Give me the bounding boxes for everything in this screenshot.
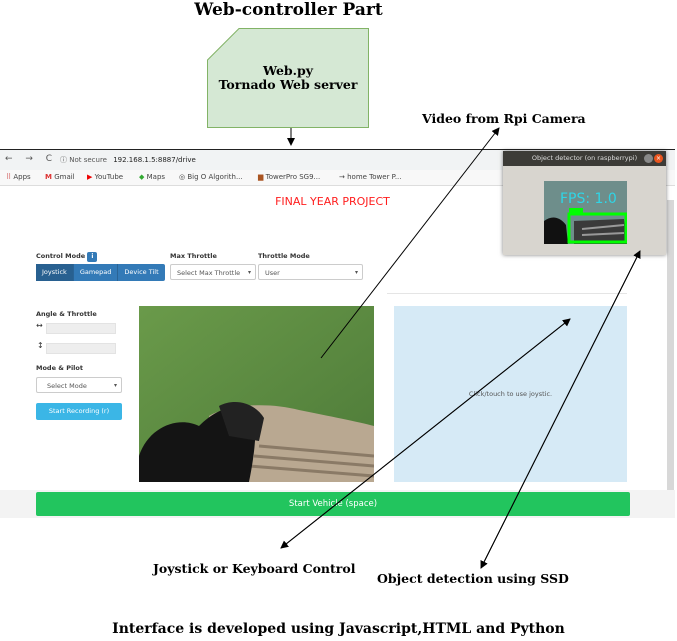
angle-throttle-label: Angle & Throttle	[36, 310, 97, 318]
bookmark-apps[interactable]: ⠿ Apps	[6, 173, 31, 181]
arrow-icon: →	[339, 173, 345, 181]
bookmark-youtube[interactable]: ▶ YouTube	[87, 173, 123, 181]
bookmark-towerpro[interactable]: ▆ TowerPro SG9...	[258, 173, 320, 181]
bookmark-gmail[interactable]: M Gmail	[45, 173, 75, 181]
control-mode-label: Control Mode i	[36, 252, 98, 262]
url-value: 192.168.1.5:8887/drive	[113, 156, 196, 164]
angle-readout	[46, 323, 116, 334]
start-vehicle-button[interactable]: Start Vehicle (space)	[36, 492, 630, 516]
bookmark-bigo[interactable]: ◎ Big O Algorith...	[179, 173, 243, 181]
fps-readout: FPS: 1.0	[560, 191, 617, 207]
gmail-icon: M	[45, 173, 52, 181]
joystick-mode-button[interactable]: Joystick	[36, 264, 74, 281]
info-icon[interactable]: i	[87, 252, 98, 262]
camera-video-feed	[139, 306, 374, 482]
device-tilt-mode-button[interactable]: Device Tilt	[118, 264, 164, 281]
max-throttle-label: Max Throttle	[170, 252, 217, 260]
camera-frame-image	[139, 306, 374, 482]
detector-frame: FPS: 1.0	[544, 181, 627, 244]
close-icon[interactable]: ×	[654, 154, 663, 163]
footer-caption: Interface is developed using Javascript,…	[112, 621, 565, 637]
throttle-readout	[46, 343, 116, 354]
scrollbar[interactable]	[667, 200, 674, 490]
video-label: Video from Rpi Camera	[422, 111, 586, 126]
not-secure-badge: ⓘ Not secure	[60, 156, 107, 164]
control-mode-buttons: Joystick Gamepad Device Tilt	[36, 264, 165, 281]
mode-select[interactable]: Select Mode ▾	[36, 377, 122, 393]
joystick-touchpad[interactable]: Click/touch to use joystic.	[394, 306, 627, 482]
throttle-mode-select[interactable]: User ▾	[258, 264, 363, 280]
chevron-down-icon: ▾	[354, 269, 358, 276]
divider	[387, 293, 627, 294]
url-text[interactable]: ⓘ Not secure 192.168.1.5:8887/drive	[60, 155, 196, 165]
minimize-icon[interactable]	[644, 154, 653, 163]
throttle-icon: ↕	[37, 341, 44, 350]
apps-grid-icon: ⠿	[6, 173, 12, 181]
start-recording-button[interactable]: Start Recording (r)	[36, 403, 122, 420]
globe-icon: ◎	[179, 173, 186, 181]
detector-title-bar[interactable]: Object detector (on raspberrypi)	[503, 151, 666, 166]
chevron-down-icon: ▾	[247, 269, 251, 276]
object-detector-window: Object detector (on raspberrypi) × FPS: …	[503, 151, 666, 255]
gamepad-mode-button[interactable]: Gamepad	[74, 264, 119, 281]
youtube-icon: ▶	[87, 173, 93, 181]
joystick-label: Joystick or Keyboard Control	[153, 561, 356, 576]
shop-icon: ▆	[258, 173, 264, 181]
bookmark-maps[interactable]: ◆ Maps	[139, 173, 165, 181]
angle-icon: ↔	[36, 321, 43, 330]
chevron-down-icon: ▾	[113, 382, 117, 389]
max-throttle-select[interactable]: Select Max Throttle ▾	[170, 264, 256, 280]
bookmark-home-tower[interactable]: → home Tower P...	[339, 173, 402, 181]
server-label: Web.py Tornado Web server	[207, 64, 369, 92]
server-label-line1: Web.py	[262, 63, 314, 78]
diagram-title: Web-controller Part	[194, 0, 383, 20]
page-title: FINAL YEAR PROJECT	[275, 195, 390, 208]
nav-icons[interactable]: ← → C	[5, 154, 57, 164]
object-detection-label: Object detection using SSD	[377, 571, 569, 586]
mode-pilot-label: Mode & Pilot	[36, 364, 83, 372]
maps-icon: ◆	[139, 173, 145, 181]
server-label-line2: Tornado Web server	[218, 77, 358, 92]
throttle-mode-label: Throttle Mode	[258, 252, 310, 260]
